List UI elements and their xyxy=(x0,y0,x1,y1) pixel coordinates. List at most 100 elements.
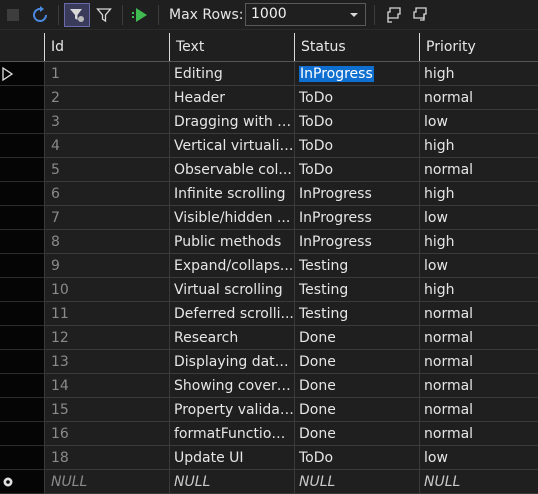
select-all-corner[interactable] xyxy=(0,33,45,61)
table-row[interactable]: 14 Showing cover ... Done normal xyxy=(0,374,538,398)
cell-id[interactable]: 4 xyxy=(45,134,170,158)
chevron-down-icon[interactable] xyxy=(347,7,361,23)
cell-status[interactable]: ToDo xyxy=(295,158,420,182)
table-row[interactable]: 13 Displaying data... Done normal xyxy=(0,350,538,374)
cell-status[interactable]: Testing xyxy=(295,278,420,302)
table-row[interactable]: 4 Vertical virtualiz... ToDo high xyxy=(0,134,538,158)
cell-status[interactable]: InProgress xyxy=(295,230,420,254)
table-row[interactable]: 12 Research Done normal xyxy=(0,326,538,350)
cell-id[interactable]: 7 xyxy=(45,206,170,230)
table-row[interactable]: 6 Infinite scrolling InProgress high xyxy=(0,182,538,206)
refresh-icon[interactable] xyxy=(28,3,52,27)
table-row[interactable]: 11 Deferred scrolli... Testing normal xyxy=(0,302,538,326)
cell-priority[interactable]: normal xyxy=(420,326,538,350)
results-grid[interactable]: Id Text Status Priority 1 Editing InProgre… xyxy=(0,33,538,494)
cell-text[interactable]: Observable col... xyxy=(170,158,295,182)
cell-text[interactable]: Dragging with f... xyxy=(170,110,295,134)
cell-priority[interactable]: high xyxy=(420,278,538,302)
row-header[interactable] xyxy=(0,182,45,206)
row-header[interactable] xyxy=(0,350,45,374)
cell-text[interactable]: Vertical virtualiz... xyxy=(170,134,295,158)
cell-id[interactable]: 9 xyxy=(45,254,170,278)
cell-status[interactable]: Testing xyxy=(295,254,420,278)
column-header-status[interactable]: Status xyxy=(295,33,420,61)
max-rows-dropdown[interactable]: 1000 xyxy=(245,3,366,26)
cell-status[interactable]: ToDo xyxy=(295,134,420,158)
cell-priority[interactable]: normal xyxy=(420,398,538,422)
cell-text[interactable]: Property validat... xyxy=(170,398,295,422)
row-header[interactable] xyxy=(0,158,45,182)
row-header[interactable] xyxy=(0,374,45,398)
new-row-cell-status[interactable]: NULL xyxy=(295,470,420,494)
row-header[interactable] xyxy=(0,254,45,278)
execute-icon[interactable] xyxy=(128,3,152,27)
new-row-cell-text[interactable]: NULL xyxy=(170,470,295,494)
row-header[interactable] xyxy=(0,86,45,110)
cell-status[interactable]: Done xyxy=(295,422,420,446)
cell-id[interactable]: 13 xyxy=(45,350,170,374)
cell-status[interactable]: Testing xyxy=(295,302,420,326)
cell-text[interactable]: Deferred scrolli... xyxy=(170,302,295,326)
cell-id[interactable]: 6 xyxy=(45,182,170,206)
table-row[interactable]: 7 Visible/hidden ... InProgress low xyxy=(0,206,538,230)
table-row[interactable]: 16 formatFunction ... Done normal xyxy=(0,422,538,446)
filter-pane-icon[interactable] xyxy=(64,3,90,27)
cell-id[interactable]: 15 xyxy=(45,398,170,422)
row-header[interactable] xyxy=(0,302,45,326)
cell-id[interactable]: 12 xyxy=(45,326,170,350)
paste-script-icon[interactable] xyxy=(408,3,432,27)
cell-priority[interactable]: low xyxy=(420,446,538,470)
cell-priority[interactable]: normal xyxy=(420,422,538,446)
cell-priority[interactable]: high xyxy=(420,134,538,158)
row-header[interactable] xyxy=(0,470,45,494)
row-header[interactable] xyxy=(0,422,45,446)
row-header[interactable] xyxy=(0,398,45,422)
cell-id[interactable]: 2 xyxy=(45,86,170,110)
cell-priority[interactable]: low xyxy=(420,206,538,230)
row-header[interactable] xyxy=(0,446,45,470)
cell-priority[interactable]: normal xyxy=(420,302,538,326)
cell-text[interactable]: Displaying data... xyxy=(170,350,295,374)
cell-id[interactable]: 18 xyxy=(45,446,170,470)
column-header-priority[interactable]: Priority xyxy=(420,33,538,61)
cell-text[interactable]: Update UI xyxy=(170,446,295,470)
cell-id[interactable]: 10 xyxy=(45,278,170,302)
new-row-cell-id[interactable]: NULL xyxy=(45,470,170,494)
new-row[interactable]: NULL NULL NULL NULL xyxy=(0,470,538,494)
cell-priority[interactable]: high xyxy=(420,230,538,254)
table-row[interactable]: 18 Update UI ToDo low xyxy=(0,446,538,470)
cell-priority[interactable]: low xyxy=(420,110,538,134)
new-row-cell-priority[interactable]: NULL xyxy=(420,470,538,494)
cell-text[interactable]: Editing xyxy=(170,62,295,86)
cell-text[interactable]: Showing cover ... xyxy=(170,374,295,398)
table-row[interactable]: 15 Property validat... Done normal xyxy=(0,398,538,422)
cell-id[interactable]: 11 xyxy=(45,302,170,326)
row-header[interactable] xyxy=(0,62,45,86)
cell-status[interactable]: InProgress xyxy=(295,206,420,230)
cell-status[interactable]: Done xyxy=(295,350,420,374)
cell-text[interactable]: Expand/collaps... xyxy=(170,254,295,278)
cell-status[interactable]: ToDo xyxy=(295,446,420,470)
cell-id[interactable]: 5 xyxy=(45,158,170,182)
copy-script-icon[interactable] xyxy=(382,3,406,27)
table-row[interactable]: 5 Observable col... ToDo normal xyxy=(0,158,538,182)
cell-priority[interactable]: normal xyxy=(420,350,538,374)
table-row[interactable]: 8 Public methods InProgress high xyxy=(0,230,538,254)
cell-priority[interactable]: normal xyxy=(420,158,538,182)
cell-status[interactable]: InProgress xyxy=(295,182,420,206)
filter-icon[interactable] xyxy=(94,3,114,27)
cell-id[interactable]: 8 xyxy=(45,230,170,254)
cell-text[interactable]: Header xyxy=(170,86,295,110)
column-header-text[interactable]: Text xyxy=(170,33,295,61)
row-header[interactable] xyxy=(0,230,45,254)
table-row[interactable]: 3 Dragging with f... ToDo low xyxy=(0,110,538,134)
cell-id[interactable]: 1 xyxy=(45,62,170,86)
stop-icon[interactable] xyxy=(4,3,22,27)
cell-priority[interactable]: high xyxy=(420,62,538,86)
cell-status[interactable]: Done xyxy=(295,398,420,422)
cell-status[interactable]: InProgress xyxy=(295,62,420,86)
cell-priority[interactable]: normal xyxy=(420,374,538,398)
row-header[interactable] xyxy=(0,206,45,230)
cell-text[interactable]: Visible/hidden ... xyxy=(170,206,295,230)
row-header[interactable] xyxy=(0,110,45,134)
